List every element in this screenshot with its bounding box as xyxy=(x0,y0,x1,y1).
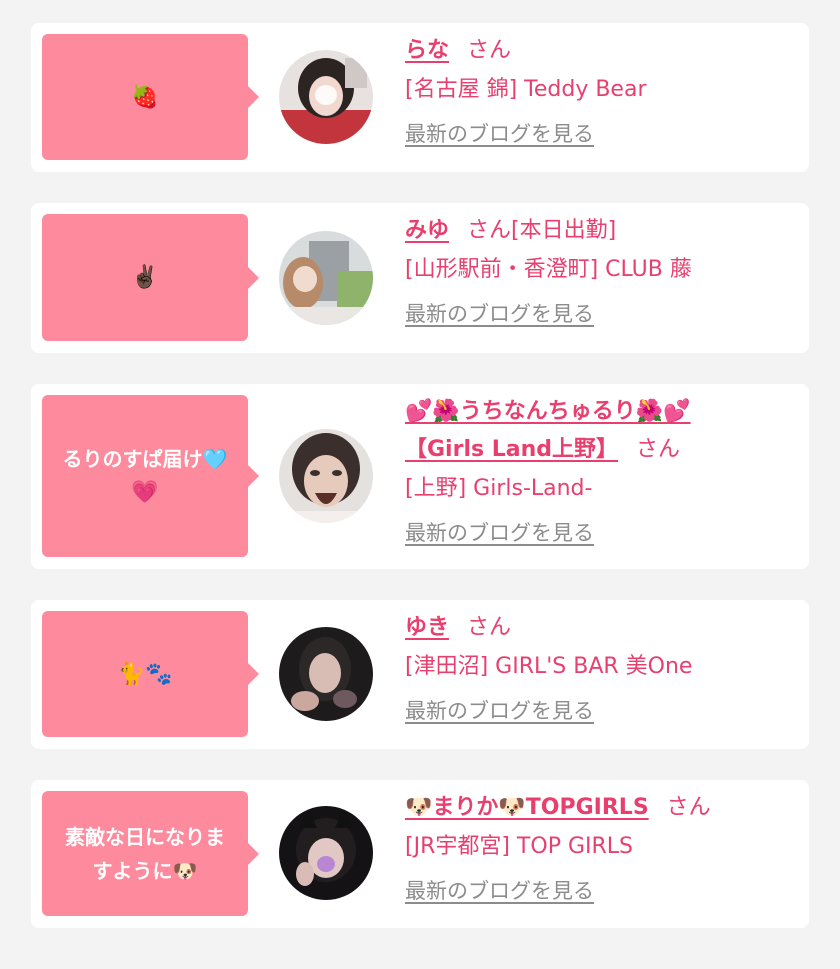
avatar[interactable] xyxy=(279,429,373,523)
comment-bubble: 🐈🐾 xyxy=(42,611,259,737)
list-item: ✌🏿 みゆ さん[本日出勤] [山形駅前・香澄町] CLUB 藤 最新のブログを見… xyxy=(31,203,809,353)
honorific: さん xyxy=(467,38,512,63)
honorific: さん xyxy=(666,795,711,820)
latest-blog-link[interactable]: 最新のブログを見る xyxy=(405,118,594,148)
comment-emoji: 💗 xyxy=(131,480,159,505)
list-item: 素敵な日になりま すように🐶 🐶まりか🐶TOPGIRLS さん [JR宇都宮] T… xyxy=(31,780,809,928)
blog-feed-list: 🍓 らな さん [名古屋 錦] Teddy Bear 最新のブログを見る ✌🏿 … xyxy=(0,0,840,969)
avatar[interactable] xyxy=(279,50,373,144)
latest-blog-link[interactable]: 最新のブログを見る xyxy=(405,875,594,905)
list-item: 🍓 らな さん [名古屋 錦] Teddy Bear 最新のブログを見る xyxy=(31,23,809,172)
comment-text: 素敵な日になりま xyxy=(65,824,225,849)
shop-name: [JR宇都宮] TOP GIRLS xyxy=(405,834,633,859)
girl-name-link-2[interactable]: 【Girls Land上野】 xyxy=(405,437,618,462)
comment-text: ✌🏿 xyxy=(131,265,159,290)
honorific: さん xyxy=(467,615,512,640)
name-line-2: 【Girls Land上野】 さん xyxy=(405,431,799,469)
name-line: みゆ さん[本日出勤] xyxy=(405,212,799,250)
list-item: るりのすぱ届け🩵 💗 💕🌺うちなんちゅるり🌺💕 【Girls Land上野】 さん xyxy=(31,384,809,569)
latest-blog-link[interactable]: 最新のブログを見る xyxy=(405,298,594,328)
comment-text: 🍓 xyxy=(131,84,159,110)
girl-name-link[interactable]: らな xyxy=(405,38,449,63)
shop-name: [名古屋 錦] Teddy Bear xyxy=(405,77,647,102)
attendance-tag: [本日出勤] xyxy=(511,218,617,243)
comment-bubble: るりのすぱ届け🩵 💗 xyxy=(42,395,259,557)
comment-bubble: 素敵な日になりま すように🐶 xyxy=(42,791,259,916)
avatar[interactable] xyxy=(279,231,373,325)
girl-name-link[interactable]: みゆ xyxy=(405,218,449,243)
shop-name: [上野] Girls-Land- xyxy=(405,476,593,501)
comment-text: 🐈🐾 xyxy=(117,661,173,687)
latest-blog-link[interactable]: 最新のブログを見る xyxy=(405,517,594,547)
girl-name-link[interactable]: ゆき xyxy=(405,615,449,640)
comment-bubble: ✌🏿 xyxy=(42,214,259,341)
latest-blog-link[interactable]: 最新のブログを見る xyxy=(405,695,594,725)
honorific: さん xyxy=(467,218,512,243)
list-item: 🐈🐾 ゆき さん [津田沼] GIRL'S BAR 美One 最新のブログを見る xyxy=(31,600,809,749)
comment-text: るりのすぱ届け🩵 xyxy=(62,447,228,471)
shop-name: [津田沼] GIRL'S BAR 美One xyxy=(405,654,693,679)
name-line: らな さん xyxy=(405,32,799,70)
honorific: さん xyxy=(636,437,681,462)
comment-text-2: すように🐶 xyxy=(92,858,198,883)
shop-name: [山形駅前・香澄町] CLUB 藤 xyxy=(405,257,692,282)
name-line: 🐶まりか🐶TOPGIRLS さん xyxy=(405,789,799,827)
girl-name-link[interactable]: 🐶まりか🐶TOPGIRLS xyxy=(405,795,649,820)
name-line: ゆき さん xyxy=(405,609,799,647)
avatar[interactable] xyxy=(279,806,373,900)
name-line: 💕🌺うちなんちゅるり🌺💕 xyxy=(405,393,799,431)
girl-name-link[interactable]: 💕🌺うちなんちゅるり🌺💕 xyxy=(405,399,691,424)
comment-bubble: 🍓 xyxy=(42,34,259,160)
avatar[interactable] xyxy=(279,627,373,721)
